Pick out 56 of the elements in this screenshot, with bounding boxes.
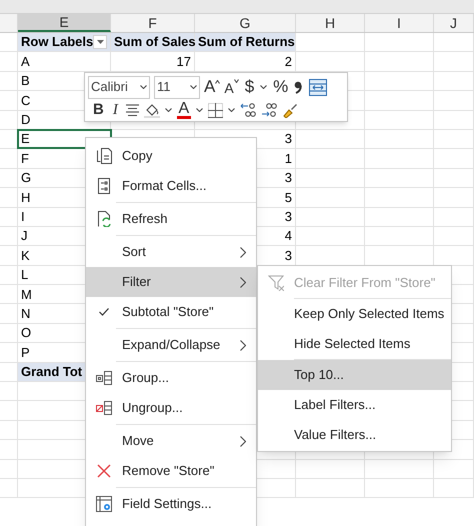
italic-button[interactable]: I [110, 98, 121, 122]
table-cell: 17 [111, 52, 195, 71]
menu-item[interactable]: Label Filters... [258, 390, 451, 420]
column-heading: Sum of Sales [111, 33, 195, 52]
menu-item[interactable]: Ungroup... [86, 393, 256, 423]
caret-icon [215, 80, 220, 84]
align-center-icon [126, 104, 139, 116]
caret-icon [228, 108, 235, 112]
caret-icon [164, 108, 172, 112]
column-header[interactable]: F [111, 14, 195, 32]
column-heading: Sum of Returns [195, 33, 296, 52]
increase-decimal-icon [240, 102, 256, 118]
column-header[interactable]: I [365, 14, 434, 32]
column-header[interactable]: G [195, 14, 296, 32]
increase-font-button[interactable]: A [204, 78, 220, 96]
remove-icon [96, 463, 112, 479]
table-cell: 2 [195, 52, 296, 71]
wrap-text-icon [309, 78, 328, 96]
comma-style-icon [294, 80, 302, 94]
menu-item[interactable]: Remove "Store" [86, 456, 256, 486]
paintbrush-icon [282, 102, 298, 118]
caret-icon [140, 85, 147, 89]
copy-icon [96, 148, 112, 164]
decrease-decimal-icon [260, 102, 277, 118]
menu-item[interactable]: Value Filters... [258, 420, 451, 450]
column-header[interactable]: J [434, 14, 474, 32]
column-header[interactable]: H [296, 14, 365, 32]
menu-item[interactable]: Hide Selected Items [258, 329, 451, 359]
format-button[interactable]: % [271, 74, 290, 100]
column-header[interactable]: E [18, 14, 111, 32]
field-settings-icon [96, 496, 112, 512]
menu-item[interactable]: Move [86, 426, 256, 456]
table-cell: A [18, 52, 111, 71]
caret-icon [190, 85, 197, 89]
decrease-font-button[interactable]: A [224, 77, 239, 97]
caret-icon [260, 85, 268, 89]
font-color-button[interactable]: A [176, 101, 191, 119]
caret-icon [96, 40, 104, 44]
funnel-icon [268, 275, 284, 291]
format-cells-icon [96, 178, 112, 194]
ungroup-icon [96, 400, 112, 416]
fill-color-icon [144, 102, 160, 118]
borders-icon [208, 102, 223, 118]
filter-dropdown-button[interactable] [93, 35, 107, 50]
menu-item[interactable]: Keep Only Selected Items [258, 299, 451, 329]
menu-item[interactable]: Top 10... [258, 360, 451, 390]
menu-item[interactable]: Filter [86, 267, 256, 297]
caret-icon [196, 108, 203, 112]
refresh-icon [96, 211, 112, 227]
format-button[interactable]: $ [242, 74, 256, 100]
font-dropdown[interactable]: Calibri [88, 76, 150, 98]
column-heading: Row Labels [18, 33, 111, 52]
caret-icon [234, 79, 239, 83]
group-icon [96, 370, 112, 386]
menu-item[interactable]: Field Settings... [86, 489, 256, 519]
font-size-dropdown[interactable]: 11 [154, 76, 200, 98]
